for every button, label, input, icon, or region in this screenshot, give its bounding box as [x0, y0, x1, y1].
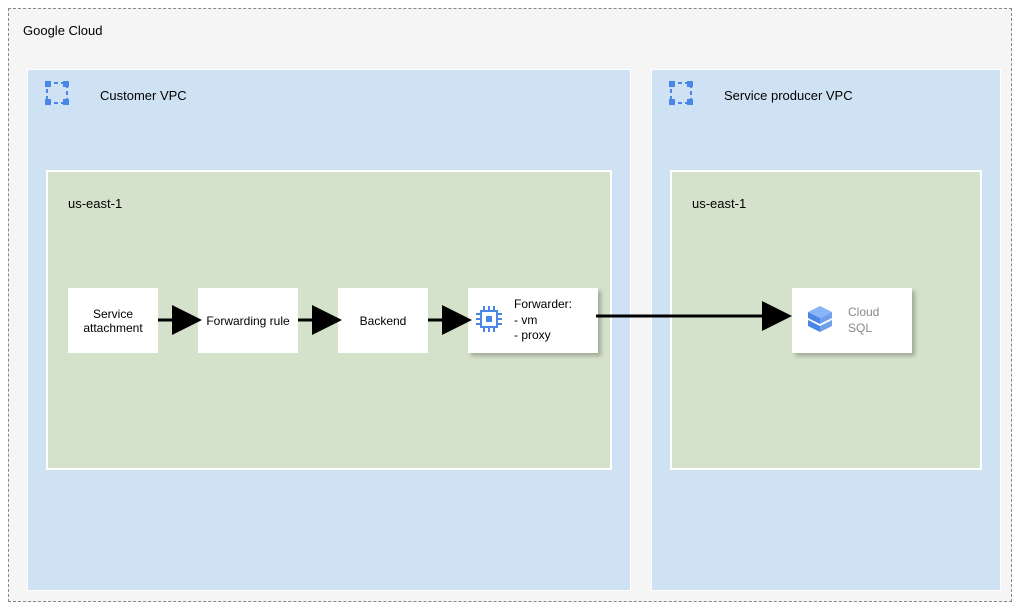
customer-vpc-header: Customer VPC	[28, 80, 630, 111]
google-cloud-label: Google Cloud	[23, 23, 103, 38]
service-attachment-node: Service attachment	[68, 288, 158, 353]
diagram-canvas: Google Cloud Customer VPC us-east-1	[0, 0, 1021, 611]
customer-vpc-container: Customer VPC us-east-1 Service attachmen…	[27, 69, 631, 591]
forwarder-label: Forwarder: - vm - proxy	[514, 297, 572, 344]
forwarding-rule-node: Forwarding rule	[198, 288, 298, 353]
producer-region-label: us-east-1	[692, 196, 746, 211]
customer-vpc-title: Customer VPC	[100, 88, 187, 103]
cloud-sql-label: Cloud SQL	[848, 305, 879, 336]
producer-region-container: us-east-1 Cloud SQL	[670, 170, 982, 470]
backend-node: Backend	[338, 288, 428, 353]
google-cloud-container: Google Cloud Customer VPC us-east-1	[8, 8, 1012, 602]
customer-region-label: us-east-1	[68, 196, 122, 211]
compute-engine-icon	[474, 304, 504, 337]
forwarding-rule-label: Forwarding rule	[206, 314, 289, 328]
forwarder-node: Forwarder: - vm - proxy	[468, 288, 598, 353]
customer-region-container: us-east-1 Service attachment Forwarding …	[46, 170, 612, 470]
backend-label: Backend	[360, 314, 407, 328]
cloud-sql-icon	[806, 304, 834, 337]
producer-vpc-container: Service producer VPC us-east-1 Clo	[651, 69, 1001, 591]
vpc-icon	[668, 80, 694, 111]
producer-vpc-title: Service producer VPC	[724, 88, 853, 103]
producer-vpc-header: Service producer VPC	[652, 80, 1000, 111]
service-attachment-label: Service attachment	[83, 307, 142, 335]
vpc-icon	[44, 80, 70, 111]
cloud-sql-node: Cloud SQL	[792, 288, 912, 353]
